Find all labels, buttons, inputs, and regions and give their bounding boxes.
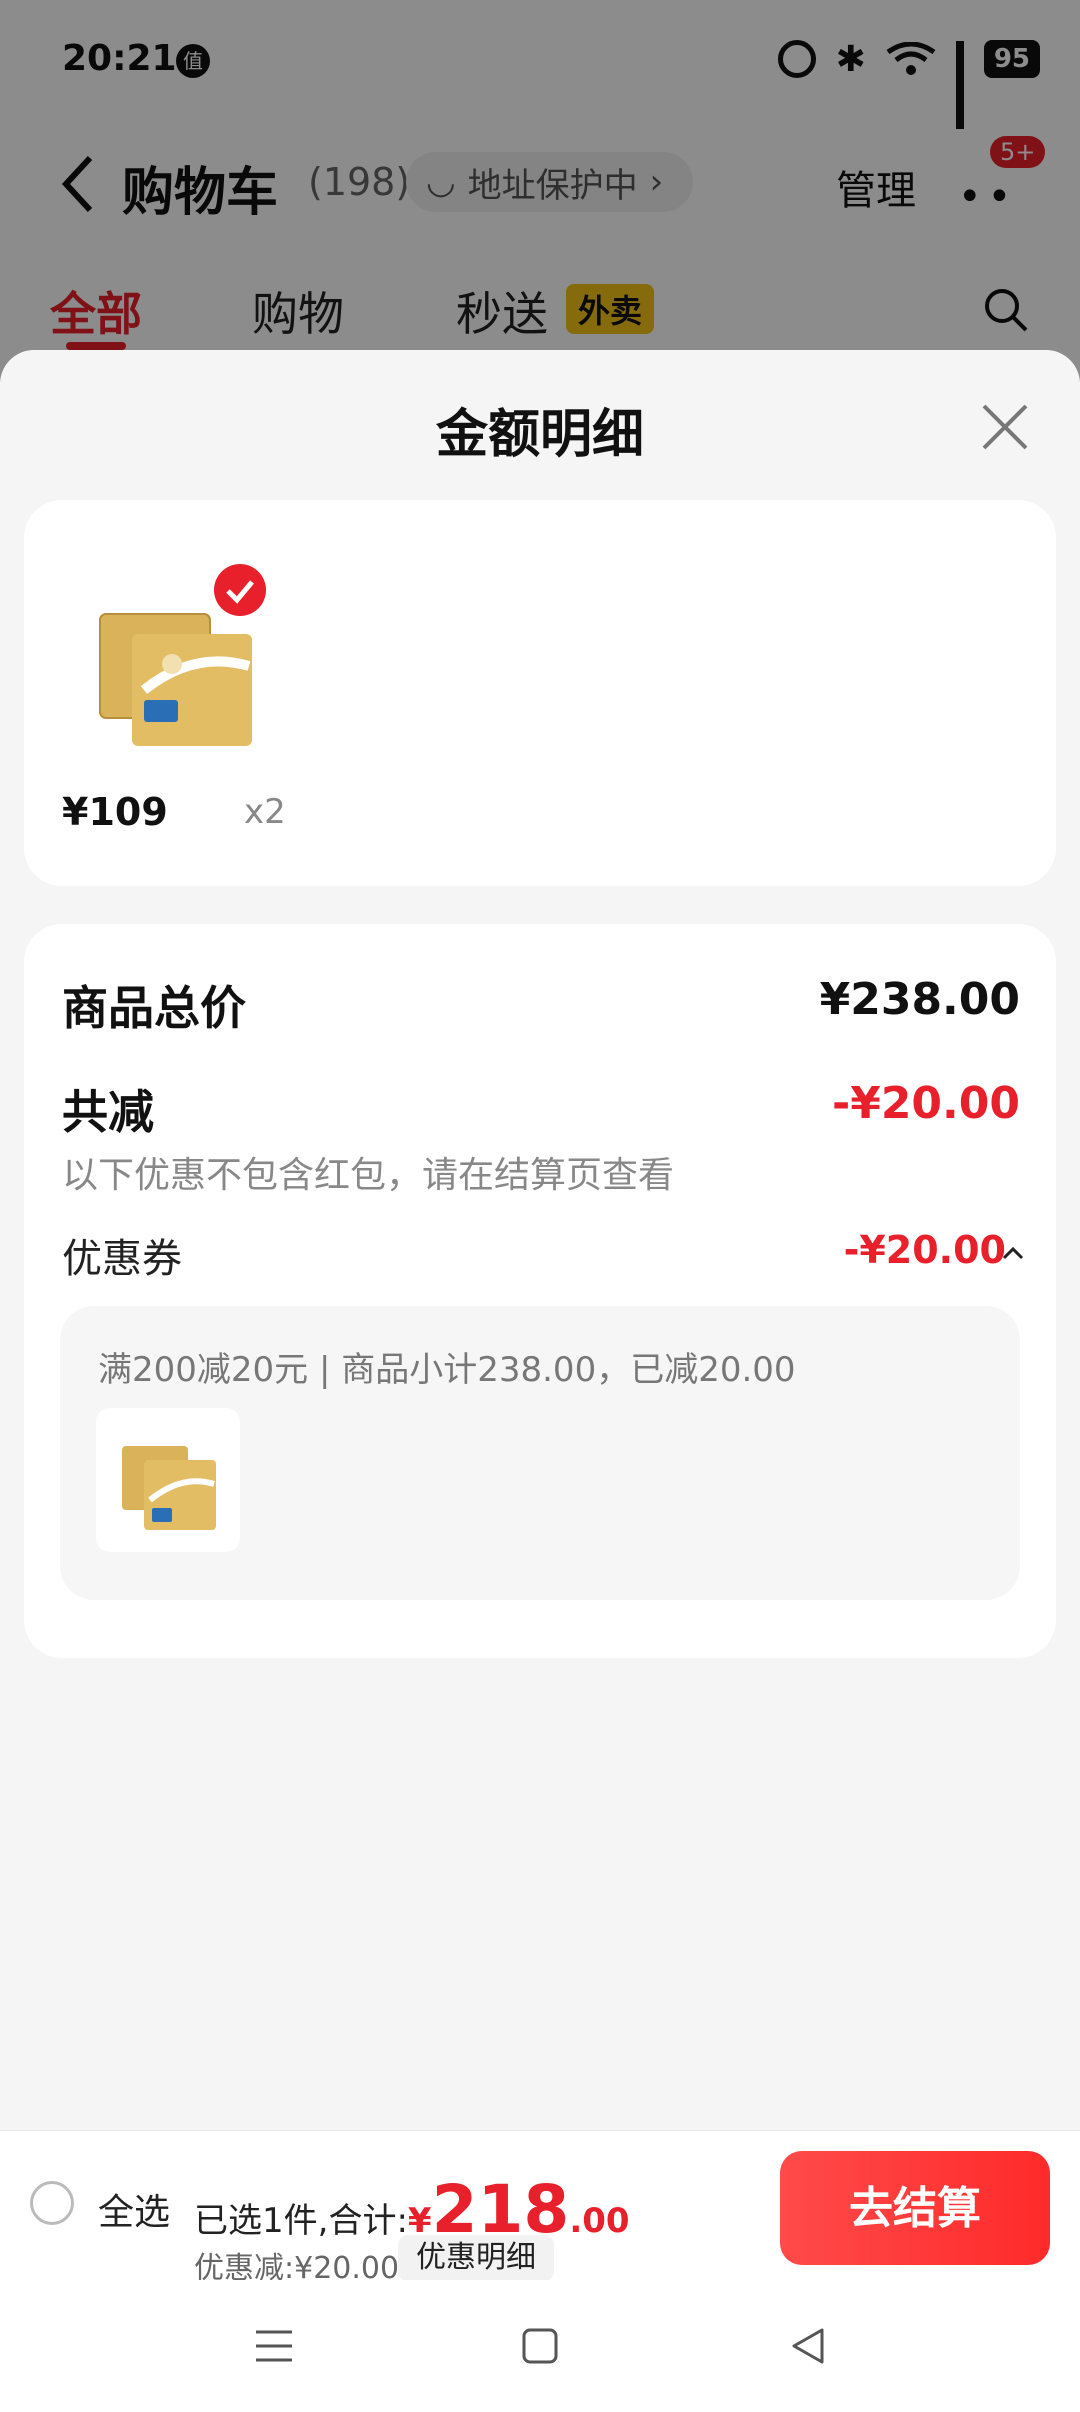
system-navigation-bar [0, 2280, 1080, 2412]
coupon-description: 满200减20元 | 商品小计238.00，已减20.00 [98, 1350, 796, 1390]
discount-label: 共减 [62, 1085, 154, 1139]
coupon-product-thumbnail [96, 1408, 240, 1552]
price-detail-card: 商品总价 ¥238.00 共减 -¥20.00 以下优惠不包含红包，请在结算页查… [24, 924, 1056, 1658]
amount-detail-sheet: 金额明细 ¥109 x2 商品总价 ¥238.00 共减 -¥20.00 以下优… [0, 350, 1080, 2130]
select-all-checkbox[interactable] [30, 2181, 74, 2225]
coupon-detail-box: 满200减20元 | 商品小计238.00，已减20.00 [60, 1306, 1020, 1600]
select-all-label[interactable]: 全选 [98, 2183, 170, 2235]
total-price-label: 商品总价 [62, 981, 246, 1035]
chevron-up-icon[interactable] [1002, 1246, 1024, 1260]
coupon-label: 优惠券 [62, 1236, 182, 1282]
checkout-button[interactable]: 去结算 [780, 2151, 1050, 2265]
product-price: ¥109 [62, 790, 168, 834]
menu-icon[interactable] [250, 2322, 298, 2370]
home-icon[interactable] [516, 2322, 564, 2370]
discount-note: 以下优惠不包含红包，请在结算页查看 [62, 1155, 675, 1196]
coupon-value[interactable]: -¥20.00 [844, 1228, 1006, 1272]
sheet-title: 金额明细 [435, 405, 644, 465]
discount-value: -¥20.00 [831, 1078, 1020, 1129]
total-decimal: .00 [569, 2201, 630, 2241]
total-price-value: ¥238.00 [819, 974, 1020, 1025]
back-icon[interactable] [784, 2322, 832, 2370]
discount-detail-button[interactable]: 优惠明细 [398, 2235, 554, 2281]
summary-prefix: 已选1件,合计: [194, 2201, 408, 2241]
checkmark-icon [214, 564, 266, 616]
close-icon[interactable] [980, 402, 1030, 452]
product-quantity: x2 [244, 792, 286, 832]
checkout-bar: 全选 已选1件,合计:¥218.00 优惠减:¥20.00 优惠明细 去结算 [0, 2130, 1080, 2286]
selected-products-card: ¥109 x2 [24, 500, 1056, 886]
